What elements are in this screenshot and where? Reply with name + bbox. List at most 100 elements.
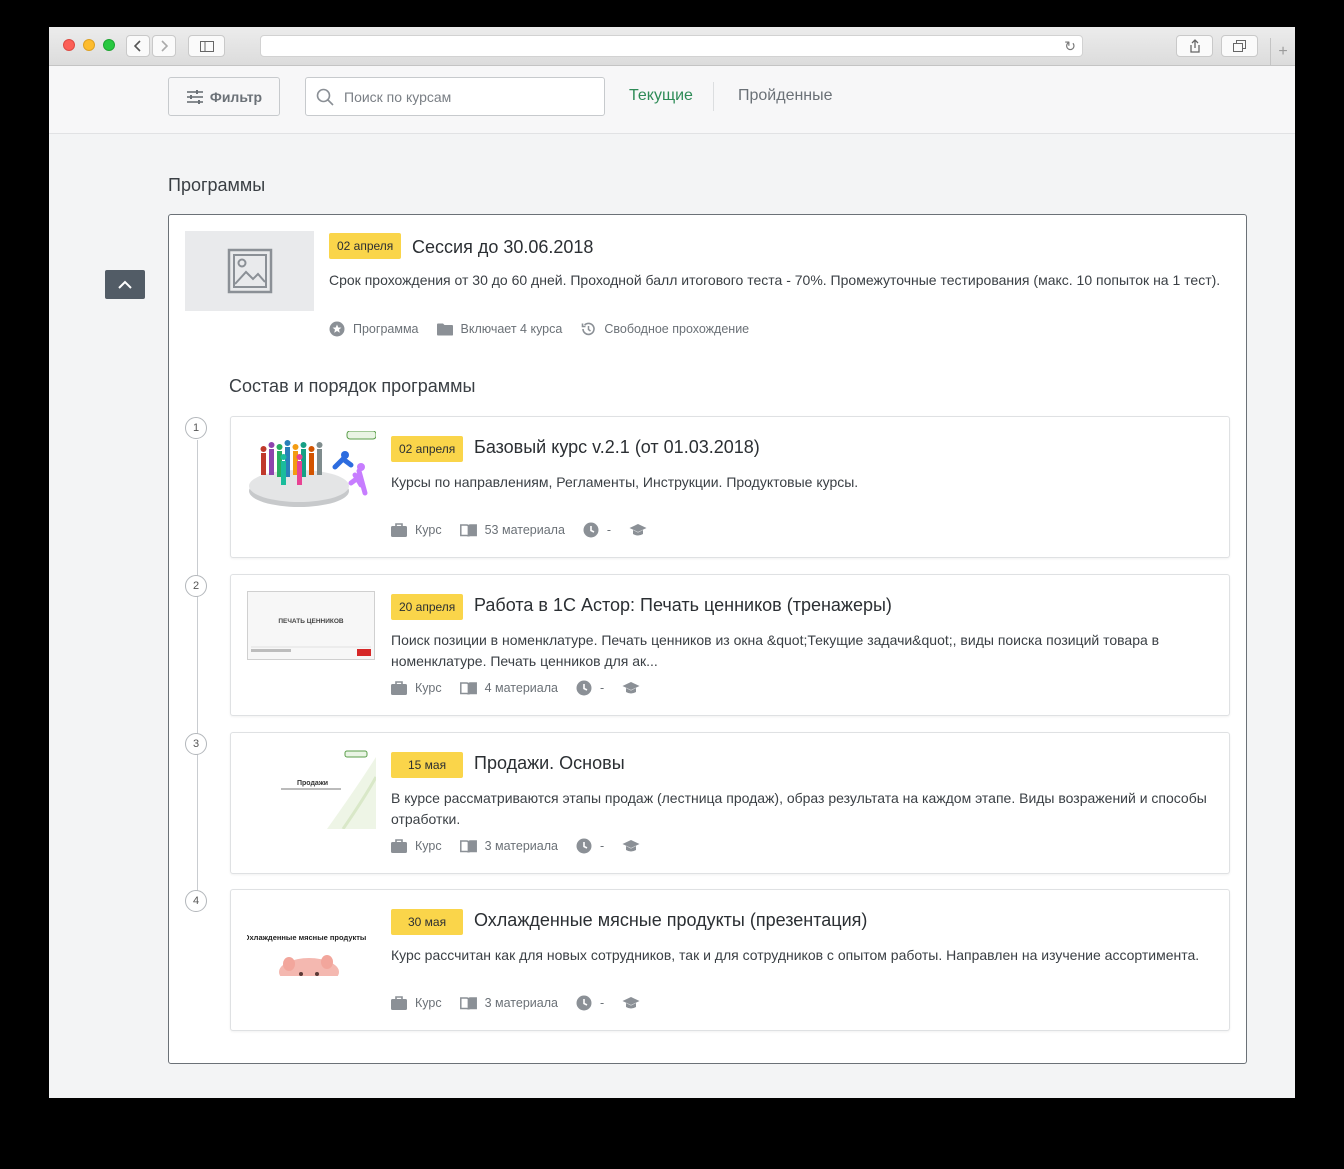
folder-icon [436,323,453,335]
sidebar-icon [199,40,214,52]
course-materials-label: 4 материала [484,681,558,695]
course-type-label: Курс [415,681,442,695]
program-description: Срок прохождения от 30 до 60 дней. Прохо… [329,272,1221,288]
program-mode-label: Свободное прохождение [604,322,750,336]
filter-label: Фильтр [209,88,263,105]
filter-button[interactable]: Фильтр [168,77,280,116]
graduation-cap-icon [622,840,640,852]
program-card: 02 апреля Сессия до 30.06.2018 Срок прох… [168,214,1247,1064]
program-thumbnail [185,231,314,311]
course-date-badge: 02 апреля [391,436,464,462]
graduation-cap-icon [622,682,640,694]
section-title: Программы [168,175,266,195]
zoom-window-button[interactable] [103,39,115,51]
clock-icon [576,680,592,696]
clock-icon [576,995,592,1011]
course-certificate [622,996,640,1010]
course-type: Курс [391,523,442,537]
search-input[interactable] [342,87,586,106]
course-materials-label: 3 материала [484,996,558,1010]
sidebar-toggle-button[interactable] [188,35,225,57]
new-tab-button[interactable]: + [1270,38,1295,65]
step-number: 1 [185,417,207,439]
program-type-label: Программа [353,322,419,336]
course-type: Курс [391,839,442,853]
course-description: В курсе рассматриваются этапы продаж (ле… [391,790,1207,827]
course-date-badge: 30 мая [391,909,464,935]
book-icon [459,681,477,695]
course-meta: Курс 3 материала - [391,838,658,854]
course-materials: 53 материала [459,523,565,537]
course-title[interactable]: Продажи. Основы [474,753,625,774]
share-button[interactable] [1176,35,1213,57]
course-type: Курс [391,681,442,695]
thumb-text: Продажи [297,780,328,787]
course-duration: - [576,995,604,1011]
course-description: Курсы по направлениям, Регламенты, Инстр… [391,474,859,490]
course-title[interactable]: Работа в 1С Астор: Печать ценников (трен… [474,595,892,616]
course-date-badge: 20 апреля [391,594,464,620]
course-card[interactable]: 02 апреля Базовый курс v.2.1 (от 01.03.2… [230,416,1230,558]
course-certificate [622,839,640,853]
course-title[interactable]: Базовый курс v.2.1 (от 01.03.2018) [474,437,760,458]
course-certificate [629,523,647,537]
address-bar[interactable]: ↻ [260,35,1083,57]
chevron-right-icon [161,40,168,52]
tab-completed[interactable]: Пройденные [738,87,833,105]
filter-icon [186,89,203,104]
search-icon [316,88,334,106]
course-materials-label: 53 материала [484,523,565,537]
briefcase-icon [391,996,407,1010]
sales-slide-preview: Продажи [247,747,376,829]
course-meta: Курс 53 материала - [391,522,665,538]
course-description: Поиск позиции в номенклатуре. Печать цен… [391,632,1160,669]
graduation-cap-icon [622,997,640,1009]
course-meta: Курс 4 материала - [391,680,658,696]
course-title[interactable]: Охлажденные мясные продукты (презентация… [474,910,867,931]
briefcase-icon [391,839,407,853]
course-type-label: Курс [415,839,442,853]
back-button[interactable] [126,35,150,57]
people-platform-illustration [249,431,376,507]
course-materials: 3 материала [459,996,558,1010]
collapse-program-button[interactable] [105,270,145,299]
course-thumbnail [247,431,376,513]
meat-products-slide-preview: Охлажденные мясные продукты [247,904,376,986]
minimize-window-button[interactable] [83,39,95,51]
course-duration-label: - [599,996,605,1010]
course-type: Курс [391,996,442,1010]
course-materials: 4 материала [459,681,558,695]
program-type: Программа [329,321,419,337]
course-duration: - [576,838,604,854]
close-window-button[interactable] [63,39,75,51]
briefcase-icon [391,523,407,537]
course-duration-label: - [599,681,605,695]
clock-icon [576,838,592,854]
step-number: 3 [185,733,207,755]
reload-icon[interactable]: ↻ [1064,38,1076,55]
program-title[interactable]: Сессия до 30.06.2018 [412,237,593,258]
course-type-label: Курс [415,996,442,1010]
history-icon [582,322,596,336]
program-includes: Включает 4 курса [436,322,562,336]
tab-current[interactable]: Текущие [629,87,693,105]
course-duration: - [576,680,604,696]
course-card[interactable]: Продажи 15 мая Продажи. Основы В курсе р… [230,732,1230,874]
forward-button[interactable] [152,35,176,57]
book-icon [459,523,477,537]
graduation-cap-icon [629,524,647,536]
book-icon [459,996,477,1010]
timeline-line [197,440,198,902]
course-thumbnail: Продажи [247,747,376,829]
browser-window: ↻ + Фильтр Те [49,27,1295,1098]
course-description: Курс рассчитан как для новых сотрудников… [391,947,1200,963]
course-card[interactable]: Охлажденные мясные продукты 30 мая Охлаж… [230,889,1230,1031]
course-card[interactable]: ПЕЧАТЬ ЦЕННИКОВ 20 апреля Работа в 1С Ас… [230,574,1230,716]
search-box[interactable] [305,77,605,116]
program-mode: Свободное прохождение [580,321,749,337]
browser-titlebar: ↻ + [49,27,1295,66]
thumb-text: Охлажденные мясные продукты [247,933,366,942]
tabs-overview-button[interactable] [1221,35,1258,57]
course-certificate [622,681,640,695]
tabs-icon [1233,40,1246,52]
